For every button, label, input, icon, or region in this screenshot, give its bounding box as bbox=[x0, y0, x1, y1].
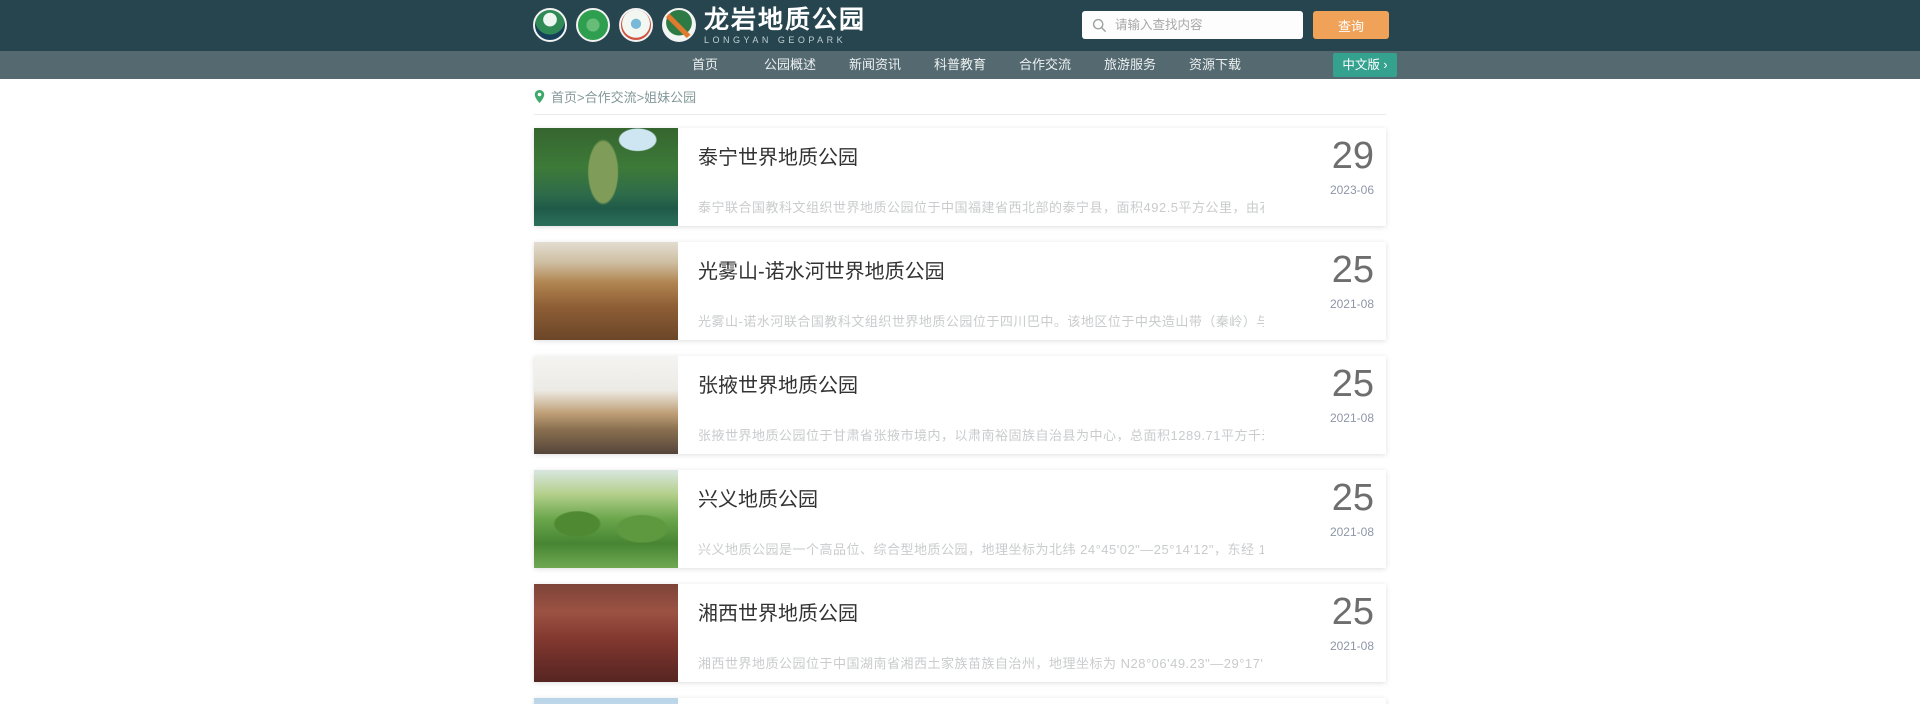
site-header: 龙岩地质公园 LONGYAN GEOPARK 查询 bbox=[0, 0, 1920, 51]
language-version-button[interactable]: 中文版 › bbox=[1333, 53, 1397, 77]
nav-item-cooperation[interactable]: 合作交流 bbox=[1017, 51, 1073, 79]
park-photo-xiangxi bbox=[534, 584, 678, 682]
park-photo-partial bbox=[534, 698, 678, 704]
park-photo-zhangye bbox=[534, 356, 678, 454]
search-input[interactable] bbox=[1115, 18, 1303, 32]
site-title: 龙岩地质公园 bbox=[704, 7, 866, 33]
list-item-taining[interactable]: 泰宁世界地质公园 泰宁联合国教科文组织世界地质公园位于中国福建省西北部的泰宁县，… bbox=[534, 128, 1386, 226]
site-subtitle: LONGYAN GEOPARK bbox=[704, 35, 866, 45]
park-title[interactable]: 泰宁世界地质公园 bbox=[698, 144, 1264, 172]
list-item-body: 湘西世界地质公园 湘西世界地质公园位于中国湖南省湘西土家族苗族自治州，地理坐标为… bbox=[678, 584, 1264, 682]
date-day: 29 bbox=[1264, 136, 1374, 176]
date-year-month: 2023-06 bbox=[1264, 183, 1374, 197]
date-day: 25 bbox=[1264, 478, 1374, 518]
nav-item-resource-download[interactable]: 资源下载 bbox=[1187, 51, 1243, 79]
search-icon bbox=[1092, 18, 1107, 33]
park-description: 光雾山-诺水河联合国教科文组织世界地质公园位于四川巴中。该地区位于中央造山带（秦… bbox=[698, 311, 1264, 330]
list-item-xingyi[interactable]: 兴义地质公园 兴义地质公园是一个高品位、综合型地质公园，地理坐标为北纬 24°4… bbox=[534, 470, 1386, 568]
nav-item-science-education[interactable]: 科普教育 bbox=[932, 51, 988, 79]
park-photo-xingyi bbox=[534, 470, 678, 568]
date-day: 25 bbox=[1264, 592, 1374, 632]
geopark-emblem-hammer-icon bbox=[662, 8, 696, 42]
site-title-block: 龙岩地质公园 LONGYAN GEOPARK bbox=[704, 7, 866, 45]
date-day: 25 bbox=[1264, 364, 1374, 404]
park-title[interactable]: 光雾山-诺水河世界地质公园 bbox=[698, 258, 1264, 286]
date-year-month: 2021-08 bbox=[1264, 411, 1374, 425]
park-title[interactable]: 湘西世界地质公园 bbox=[698, 600, 1264, 628]
park-description: 泰宁联合国教科文组织世界地质公园位于中国福建省西北部的泰宁县，面积492.5平方… bbox=[698, 197, 1264, 216]
date-block: 25 2021-08 bbox=[1264, 242, 1386, 340]
geopark-emblem-red-ring-icon bbox=[619, 8, 653, 42]
main-nav: 首页 公园概述 新闻资讯 科普教育 合作交流 旅游服务 资源下载 中文版 › bbox=[0, 51, 1920, 79]
date-block: 25 bbox=[1264, 698, 1386, 704]
breadcrumb: 首页>合作交流>姐妹公园 bbox=[534, 87, 1386, 115]
breadcrumb-text[interactable]: 首页>合作交流>姐妹公园 bbox=[551, 87, 696, 106]
list-item-partial[interactable]: 25 bbox=[534, 698, 1386, 704]
location-pin-icon bbox=[534, 90, 545, 103]
date-day: 25 bbox=[1264, 250, 1374, 290]
list-item-body: 张掖世界地质公园 张掖世界地质公园位于甘肃省张掖市境内，以肃南裕固族自治县为中心… bbox=[678, 356, 1264, 454]
date-block: 25 2021-08 bbox=[1264, 470, 1386, 568]
date-year-month: 2021-08 bbox=[1264, 525, 1374, 539]
nav-menu: 首页 公园概述 新闻资讯 科普教育 合作交流 旅游服务 资源下载 bbox=[677, 51, 1243, 79]
park-title[interactable]: 张掖世界地质公园 bbox=[698, 372, 1264, 400]
geopark-emblem-green-icon bbox=[576, 8, 610, 42]
park-description: 兴义地质公园是一个高品位、综合型地质公园，地理坐标为北纬 24°45'02"—2… bbox=[698, 539, 1264, 558]
list-item-zhangye[interactable]: 张掖世界地质公园 张掖世界地质公园位于甘肃省张掖市境内，以肃南裕固族自治县为中心… bbox=[534, 356, 1386, 454]
list-item-body: 光雾山-诺水河世界地质公园 光雾山-诺水河联合国教科文组织世界地质公园位于四川巴… bbox=[678, 242, 1264, 340]
nav-item-news[interactable]: 新闻资讯 bbox=[847, 51, 903, 79]
search-button[interactable]: 查询 bbox=[1313, 11, 1389, 39]
nav-item-tourism-service[interactable]: 旅游服务 bbox=[1102, 51, 1158, 79]
park-title[interactable]: 兴义地质公园 bbox=[698, 486, 1264, 514]
park-photo-taining bbox=[534, 128, 678, 226]
park-photo-guangwushan bbox=[534, 242, 678, 340]
list-item-body: 泰宁世界地质公园 泰宁联合国教科文组织世界地质公园位于中国福建省西北部的泰宁县，… bbox=[678, 128, 1264, 226]
date-year-month: 2021-08 bbox=[1264, 297, 1374, 311]
park-description: 湘西世界地质公园位于中国湖南省湘西土家族苗族自治州，地理坐标为 N28°06'4… bbox=[698, 653, 1264, 672]
list-item-guangwushan[interactable]: 光雾山-诺水河世界地质公园 光雾山-诺水河联合国教科文组织世界地质公园位于四川巴… bbox=[534, 242, 1386, 340]
list-item-body: 兴义地质公园 兴义地质公园是一个高品位、综合型地质公园，地理坐标为北纬 24°4… bbox=[678, 470, 1264, 568]
date-block: 25 2021-08 bbox=[1264, 356, 1386, 454]
list-item-body bbox=[678, 698, 1264, 704]
nav-item-park-overview[interactable]: 公园概述 bbox=[762, 51, 818, 79]
sister-parks-list: 泰宁世界地质公园 泰宁联合国教科文组织世界地质公园位于中国福建省西北部的泰宁县，… bbox=[534, 128, 1386, 704]
logo-group bbox=[533, 8, 696, 42]
search-box[interactable] bbox=[1082, 11, 1303, 39]
list-item-xiangxi[interactable]: 湘西世界地质公园 湘西世界地质公园位于中国湖南省湘西土家族苗族自治州，地理坐标为… bbox=[534, 584, 1386, 682]
park-description: 张掖世界地质公园位于甘肃省张掖市境内，以肃南裕固族自治县为中心，总面积1289.… bbox=[698, 425, 1264, 444]
date-block: 25 2021-08 bbox=[1264, 584, 1386, 682]
nav-item-home[interactable]: 首页 bbox=[677, 51, 733, 79]
date-block: 29 2023-06 bbox=[1264, 128, 1386, 226]
date-year-month: 2021-08 bbox=[1264, 639, 1374, 653]
geopark-emblem-mountain-icon bbox=[533, 8, 567, 42]
